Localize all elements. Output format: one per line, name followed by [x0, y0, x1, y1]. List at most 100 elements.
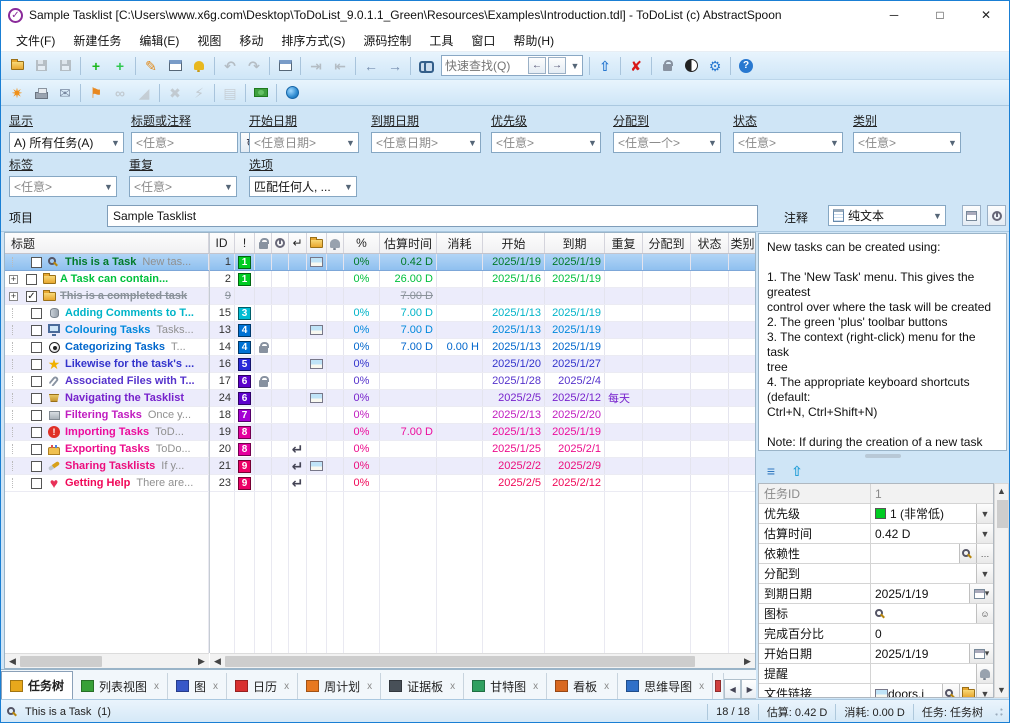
reminder-button[interactable] — [976, 664, 993, 683]
dropdown-button[interactable]: ▼ — [976, 504, 993, 523]
filter-select[interactable]: <任意日期>▼ — [249, 132, 359, 153]
column-header-pri[interactable]: ! — [235, 233, 255, 253]
tab-甘特图[interactable]: 甘特图x — [464, 673, 547, 699]
spin-button[interactable]: ▼ — [976, 524, 993, 543]
expand-icon[interactable]: + — [9, 275, 18, 284]
comments-grid-tool-button[interactable] — [962, 205, 981, 226]
task-row[interactable]: Colouring TasksTasks...1340%7.00 D2025/1… — [5, 322, 755, 339]
column-header-spent[interactable]: 消耗 — [437, 233, 483, 253]
delete-task-button[interactable]: ✘ — [624, 55, 648, 77]
tab-证据板[interactable]: 证据板x — [381, 673, 464, 699]
task-checkbox[interactable] — [31, 308, 42, 319]
task-row[interactable]: Sharing TasklistsIf y...219↵0%2025/2/220… — [5, 458, 755, 475]
new-features-button[interactable]: ✷ — [5, 82, 29, 104]
menu-item[interactable]: 文件(F) — [7, 29, 64, 52]
task-row[interactable]: Navigating the Tasklist2460%2025/2/52025… — [5, 390, 755, 407]
help-button[interactable]: ? — [734, 55, 758, 77]
task-checkbox[interactable] — [31, 376, 42, 387]
filter-select[interactable]: <任意>▼ — [491, 132, 601, 153]
comments-panel[interactable]: New tasks can be created using: 1. The '… — [758, 233, 1007, 451]
flag-task-button[interactable]: ⚑ — [84, 82, 108, 104]
comments-clock-tool-button[interactable] — [987, 205, 1006, 226]
scroll-down-icon[interactable]: ▼ — [995, 683, 1008, 697]
tab-任务树[interactable]: 任务树 — [1, 671, 73, 699]
attribute-value[interactable] — [871, 604, 976, 623]
task-attributes-button[interactable] — [163, 55, 187, 77]
new-subtask-button[interactable]: + — [108, 55, 132, 77]
close-icon[interactable]: x — [154, 681, 159, 692]
column-header-bell[interactable] — [327, 233, 344, 253]
reminder-button[interactable] — [187, 55, 211, 77]
redo-button[interactable]: ↷ — [242, 55, 266, 77]
tab-看板[interactable]: 看板x — [547, 673, 618, 699]
move-task-right-button[interactable]: ⇥ — [304, 55, 328, 77]
close-icon[interactable]: x — [284, 681, 289, 692]
column-header-pct[interactable]: % — [344, 233, 380, 253]
save-tasklist-button[interactable] — [29, 55, 53, 77]
column-header-id[interactable]: ID — [209, 233, 235, 253]
project-input[interactable] — [107, 205, 758, 227]
task-checkbox[interactable] — [31, 427, 42, 438]
scroll-right-icon[interactable]: ▶ — [740, 654, 755, 669]
filter-select[interactable]: <任意日期>▼ — [371, 132, 481, 153]
scroll-thumb[interactable] — [997, 500, 1008, 528]
quick-find-input[interactable] — [442, 59, 528, 73]
scroll-right-icon[interactable]: ▶ — [194, 654, 209, 669]
calendar-button[interactable]: ▾ — [969, 584, 993, 603]
minimize-button[interactable]: ─ — [871, 1, 917, 29]
filter-select[interactable]: 匹配任何人, ...▼ — [249, 176, 357, 197]
group-attributes-button[interactable]: ≡ — [760, 460, 782, 482]
task-checkbox[interactable]: ✓ — [26, 291, 37, 302]
maximize-button[interactable]: □ — [917, 1, 963, 29]
task-checkbox[interactable] — [31, 444, 42, 455]
new-task-button[interactable]: + — [84, 55, 108, 77]
view-file-button[interactable] — [942, 684, 959, 698]
quick-find-next-button[interactable]: → — [548, 57, 566, 74]
attribute-value[interactable]: 2025/1/19 — [871, 584, 969, 603]
comments-splitter[interactable] — [758, 452, 1007, 460]
filter-select[interactable]: <任意>▼ — [733, 132, 843, 153]
column-header-lock[interactable] — [255, 233, 272, 253]
scroll-left-icon[interactable]: ◀ — [210, 654, 225, 669]
calendar-button[interactable]: ▾ — [969, 644, 993, 663]
task-checkbox[interactable] — [26, 274, 37, 285]
icon-picker-button[interactable]: ☺ — [976, 604, 993, 623]
pane-divider[interactable] — [209, 233, 210, 653]
close-icon[interactable]: x — [604, 681, 609, 692]
save-all-button[interactable] — [53, 55, 77, 77]
print-button[interactable] — [29, 82, 53, 104]
dropdown-button[interactable]: ▼ — [976, 684, 993, 698]
tab-scroll-right-button[interactable]: ▶ — [741, 679, 756, 699]
resize-grip[interactable] — [995, 708, 1003, 716]
close-icon[interactable]: x — [367, 681, 372, 692]
tree-hscrollbar[interactable]: ◀▶ — [5, 653, 209, 668]
column-header-start[interactable]: 开始 — [483, 233, 545, 253]
filter-title-input[interactable]: <任意> — [131, 132, 238, 153]
column-header-status[interactable]: 状态 — [691, 233, 729, 253]
close-button[interactable]: ✕ — [963, 1, 1009, 29]
move-task-left-button[interactable]: ⇤ — [328, 55, 352, 77]
task-checkbox[interactable] — [31, 410, 42, 421]
task-checkbox[interactable] — [31, 257, 42, 268]
filter-select[interactable]: A) 所有任务(A)▼ — [9, 132, 124, 153]
toggle-dark-mode-button[interactable] — [679, 55, 703, 77]
donate-button[interactable] — [249, 82, 273, 104]
run-tool-button[interactable]: ⚡ — [187, 82, 211, 104]
task-checkbox[interactable] — [31, 393, 42, 404]
cancel-button[interactable]: ✖ — [163, 82, 187, 104]
scroll-thumb[interactable] — [20, 656, 102, 667]
attribute-value[interactable]: 0.42 D — [871, 524, 976, 543]
task-row[interactable]: Adding Comments to T...1530%7.00 D2025/1… — [5, 305, 755, 322]
expand-icon[interactable]: + — [9, 292, 18, 301]
menu-item[interactable]: 移动 — [230, 29, 272, 52]
menu-item[interactable]: 窗口 — [462, 29, 504, 52]
column-header-recur[interactable]: ↵ — [289, 233, 307, 253]
cleanup-button[interactable]: ◢ — [132, 82, 156, 104]
menu-item[interactable]: 编辑(E) — [130, 29, 188, 52]
link-task-button[interactable]: ∞ — [108, 82, 132, 104]
columns-hscrollbar[interactable]: ◀▶ — [210, 653, 755, 668]
task-row[interactable]: ★Likewise for the task's ...1650%2025/1/… — [5, 356, 755, 373]
tab-scroll-left-button[interactable]: ◀ — [724, 679, 741, 699]
column-header-clock[interactable] — [272, 233, 289, 253]
browse-file-button[interactable] — [959, 684, 976, 698]
